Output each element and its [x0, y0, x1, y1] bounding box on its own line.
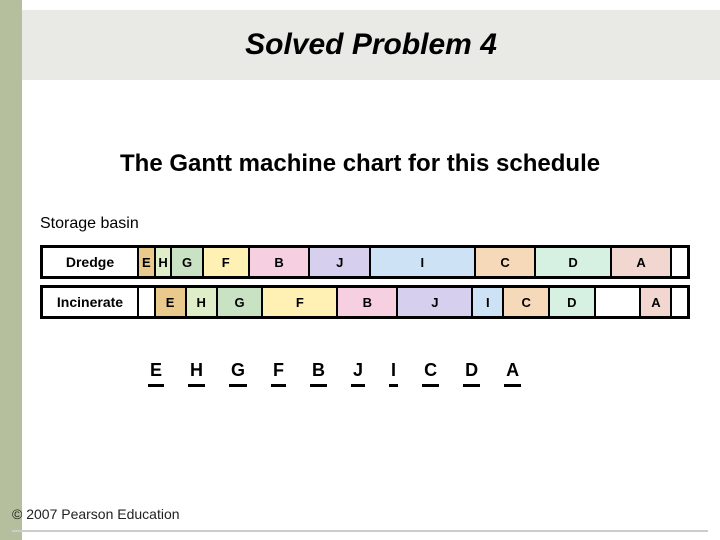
copyright: © 2007 Pearson Education	[12, 506, 180, 522]
legend-item: F	[273, 360, 284, 387]
gantt-bar-d: D	[550, 288, 596, 316]
gantt-bar-f: F	[204, 248, 250, 276]
gantt-bar-f: F	[263, 288, 338, 316]
gantt-bar-a: A	[641, 288, 672, 316]
legend-item: I	[391, 360, 396, 387]
gantt-bar-e: E	[139, 248, 156, 276]
gantt-bar-idle	[672, 288, 687, 316]
axis-label: Storage basin	[40, 215, 139, 233]
legend-item: H	[190, 360, 203, 387]
gantt-bar-d: D	[536, 248, 611, 276]
gantt-bar-h: H	[187, 288, 218, 316]
row-label: Dredge	[43, 248, 139, 276]
gantt-bar-j: J	[310, 248, 371, 276]
row-label: Incinerate	[43, 288, 139, 316]
gantt-bar-g: G	[172, 248, 203, 276]
subtitle: The Gantt machine chart for this schedul…	[120, 150, 600, 178]
gantt-bar-idle	[596, 288, 642, 316]
legend-item: E	[150, 360, 162, 387]
gantt-bar-g: G	[218, 288, 264, 316]
gantt-bar-e: E	[156, 288, 187, 316]
legend: EHGFBJICDA	[150, 360, 519, 387]
footer-rule	[12, 530, 708, 532]
slide-stripe	[0, 0, 22, 540]
gantt-bar-i: I	[473, 288, 504, 316]
gantt-bar-c: C	[476, 248, 537, 276]
gantt-bar-a: A	[612, 248, 673, 276]
legend-item: B	[312, 360, 325, 387]
gantt-bar-c: C	[504, 288, 550, 316]
legend-item: A	[506, 360, 519, 387]
gantt-row: DredgeEHGFBJICDA	[40, 245, 690, 279]
legend-item: C	[424, 360, 437, 387]
gantt-bar-idle	[672, 248, 687, 276]
legend-item: J	[353, 360, 363, 387]
gantt-bar-b: B	[338, 288, 398, 316]
page-title: Solved Problem 4	[245, 28, 497, 62]
legend-item: G	[231, 360, 245, 387]
title-bar: Solved Problem 4	[22, 10, 720, 80]
legend-item: D	[465, 360, 478, 387]
gantt-row: Incinerate EHGFBJICD A	[40, 285, 690, 319]
gantt-chart: DredgeEHGFBJICDAIncinerateEHGFBJICDA	[40, 245, 690, 325]
gantt-bar-h: H	[156, 248, 173, 276]
gantt-bar-idle	[139, 288, 156, 316]
gantt-bar-b: B	[250, 248, 311, 276]
gantt-bar-i: I	[371, 248, 476, 276]
gantt-bar-j: J	[398, 288, 473, 316]
